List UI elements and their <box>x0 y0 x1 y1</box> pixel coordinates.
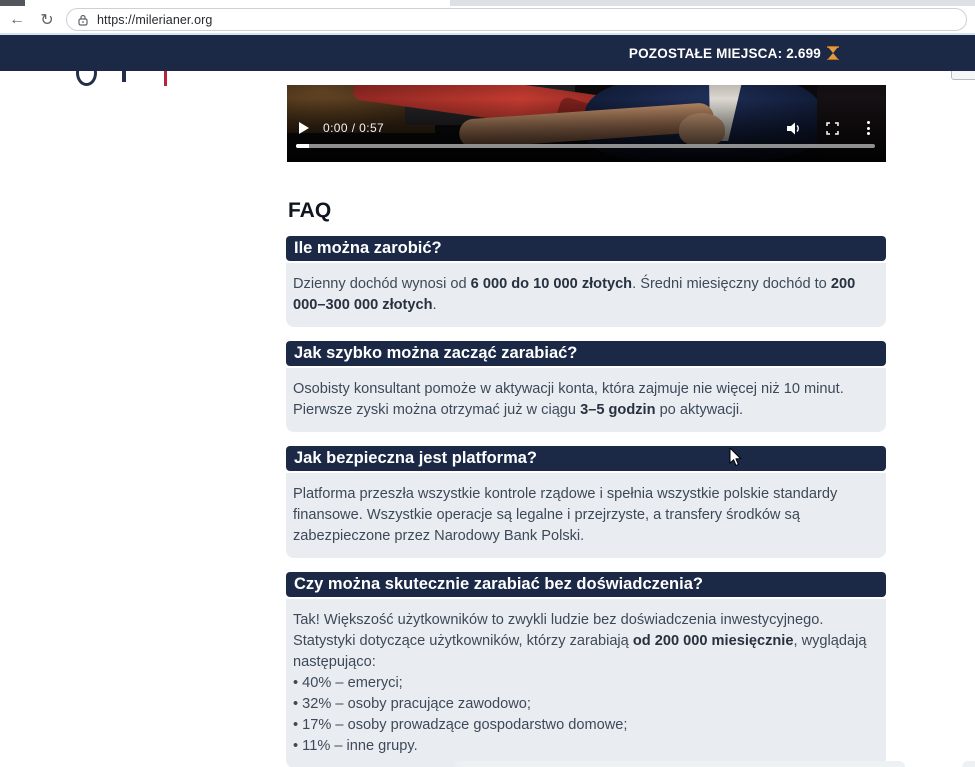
fullscreen-icon[interactable] <box>826 122 839 135</box>
next-section-peek <box>455 761 905 767</box>
faq-item: Ile można zarobić? Dzienny dochód wynosi… <box>286 236 886 327</box>
url-text: https://milerianer.org <box>97 13 212 27</box>
faq-bullet: • 40% – emeryci; <box>293 673 876 694</box>
remaining-spots-label: POZOSTAŁE MIEJSCA: 2.699 <box>629 46 821 61</box>
hourglass-icon <box>828 46 838 60</box>
site-info-lock-icon[interactable] <box>77 14 89 26</box>
next-section-peek <box>962 761 975 767</box>
video-player[interactable]: 0:00 / 0:57 <box>287 85 886 162</box>
faq-answer: Osobisty konsultant pomoże w aktywacji k… <box>286 368 886 432</box>
reload-button[interactable]: ↻ <box>34 8 60 32</box>
faq-item: Jak szybko można zacząć zarabiać? Osobis… <box>286 341 886 432</box>
video-progress-played <box>296 144 309 148</box>
faq-answer-paragraph: Tak! Większość użytkowników to zwykli lu… <box>293 610 876 673</box>
video-seek-bar[interactable] <box>296 144 875 148</box>
faq-question: Jak bezpieczna jest platforma? <box>286 446 886 471</box>
faq-bullet: • 32% – osoby pracujące zawodowo; <box>293 694 876 715</box>
browser-toolbar: ← ↻ https://milerianer.org <box>0 6 975 33</box>
faq-bullet: • 17% – osoby prowadzące gospodarstwo do… <box>293 715 876 736</box>
mouse-cursor <box>729 448 743 468</box>
faq-bullet: • 11% – inne grupy. <box>293 736 876 757</box>
faq-question: Czy można skutecznie zarabiać bez doświa… <box>286 572 886 597</box>
back-button[interactable]: ← <box>4 8 30 32</box>
faq-answer: Platforma przeszła wszystkie kontrole rz… <box>286 473 886 558</box>
play-button[interactable] <box>299 122 309 134</box>
faq-title: FAQ <box>288 199 886 223</box>
browser-window: ← ↻ https://milerianer.org POZOSTAŁE MIE… <box>0 0 975 767</box>
address-bar[interactable]: https://milerianer.org <box>66 8 967 31</box>
video-controls: 0:00 / 0:57 <box>287 117 886 139</box>
faq-item: Jak bezpieczna jest platforma? Platforma… <box>286 446 886 558</box>
video-menu-icon[interactable] <box>863 120 874 136</box>
faq-answer: Tak! Większość użytkowników to zwykli lu… <box>286 599 886 767</box>
volume-icon[interactable] <box>787 122 802 135</box>
faq-question: Ile można zarobić? <box>286 236 886 261</box>
remaining-spots-banner: POZOSTAŁE MIEJSCA: 2.699 <box>0 35 975 71</box>
faq-question: Jak szybko można zacząć zarabiać? <box>286 341 886 366</box>
faq-item: Czy można skutecznie zarabiać bez doświa… <box>286 572 886 767</box>
faq-answer: Dzienny dochód wynosi od 6 000 do 10 000… <box>286 263 886 327</box>
faq-section: FAQ Ile można zarobić? Dzienny dochód wy… <box>286 199 886 767</box>
video-time-display: 0:00 / 0:57 <box>323 121 384 135</box>
